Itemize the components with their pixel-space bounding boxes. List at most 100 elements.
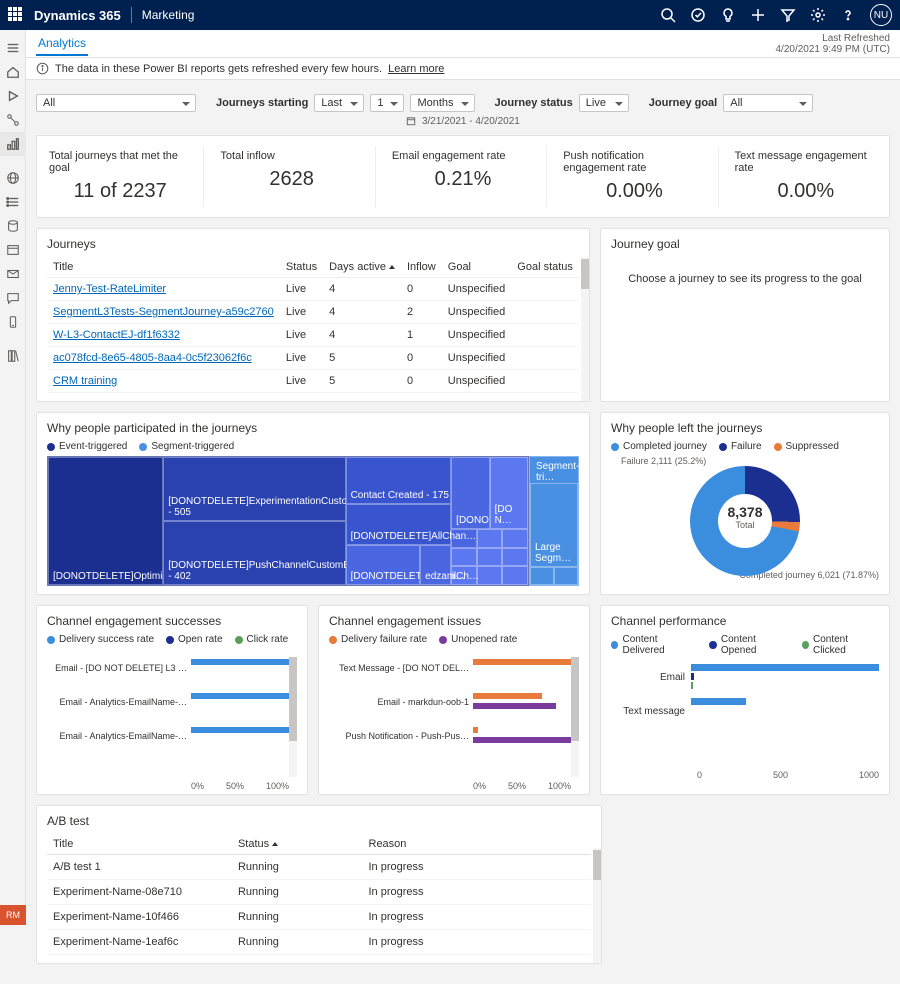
col-status[interactable]: Status: [280, 257, 323, 278]
journey-link[interactable]: W-L3-ContactEJ-df1f6332: [53, 329, 180, 341]
donut-legend: Completed journey Failure Suppressed: [611, 441, 879, 452]
divider: [131, 7, 132, 23]
table-row[interactable]: CRM trainingLive50Unspecified: [47, 370, 579, 393]
table-row[interactable]: Experiment-Name-10f466RunningIn progress: [47, 905, 591, 930]
col-goal-status[interactable]: Goal status: [511, 257, 579, 278]
donut-chart[interactable]: 8,378 Total: [690, 466, 800, 576]
eng-success-chart[interactable]: Email - [DO NOT DELETE] L3 … Email - Anal…: [51, 657, 297, 777]
status-dropdown[interactable]: Live: [579, 94, 629, 112]
journey-link[interactable]: CRM training: [53, 375, 117, 387]
product-area[interactable]: Marketing: [142, 8, 195, 22]
unit-dropdown[interactable]: Months: [410, 94, 474, 112]
home-icon[interactable]: [0, 60, 26, 84]
list-item: Email - [DO NOT DELETE] L3 …: [51, 657, 289, 679]
ab-test-card: A/B test Title Status Reason A/B test 1R…: [36, 805, 602, 964]
ab-col-status[interactable]: Status: [232, 834, 363, 855]
learn-more-link[interactable]: Learn more: [388, 63, 444, 75]
plus-icon[interactable]: [750, 7, 766, 23]
journey-goal-card: Journey goal Choose a journey to see its…: [600, 228, 890, 402]
col-goal[interactable]: Goal: [442, 257, 512, 278]
perf-chart[interactable]: Email Text message: [611, 660, 879, 770]
info-text: The data in these Power BI reports gets …: [55, 63, 382, 75]
journey-icon[interactable]: [0, 108, 26, 132]
ab-title: A/B test: [47, 814, 591, 828]
tab-analytics[interactable]: Analytics: [36, 32, 88, 56]
journey-link[interactable]: ac078fcd-8e65-4805-8aa4-0c5f23062f6c: [53, 352, 252, 364]
chat-icon[interactable]: [0, 286, 26, 310]
search-icon[interactable]: [660, 7, 676, 23]
treemap-viz[interactable]: Event-triggered [DONOTDELETE]Optimizatio…: [47, 456, 579, 586]
col-days[interactable]: Days active: [323, 257, 401, 278]
filter-bar: All Journeys starting Last 1 Months Jour…: [36, 88, 890, 114]
col-title[interactable]: Title: [47, 257, 280, 278]
last-dropdown[interactable]: Last: [314, 94, 364, 112]
list-item: Email - Analytics-EmailName-…: [51, 691, 289, 713]
treemap-title: Why people participated in the journeys: [47, 421, 579, 435]
table-row[interactable]: W-L3-ContactEJ-df1f6332Live41Unspecified: [47, 324, 579, 347]
journey-goal-label: Journey goal: [649, 97, 717, 109]
info-bar: The data in these Power BI reports gets …: [26, 58, 900, 80]
table-row[interactable]: Experiment-Name-1eaf6cRunningIn progress: [47, 930, 591, 955]
folder-icon[interactable]: [0, 238, 26, 262]
table-row[interactable]: Jenny-Test-RateLimiterLive40Unspecified: [47, 278, 579, 301]
goal-dropdown[interactable]: All: [723, 94, 813, 112]
phone-icon[interactable]: [0, 310, 26, 334]
list-item: Text Message - [DO NOT DEL…: [333, 657, 571, 679]
journey-link[interactable]: Jenny-Test-RateLimiter: [53, 283, 166, 295]
eng-success-scrollbar[interactable]: [289, 657, 297, 777]
table-row[interactable]: A/B test 1RunningIn progress: [47, 855, 591, 880]
donut-card: Why people left the journeys Completed j…: [600, 412, 890, 595]
list-icon[interactable]: [0, 190, 26, 214]
mail-icon[interactable]: [0, 262, 26, 286]
info-icon: [36, 62, 49, 75]
rm-badge[interactable]: RM: [0, 905, 26, 925]
kpi-row: Total journeys that met the goal 11 of 2…: [36, 135, 890, 218]
lightbulb-icon[interactable]: [720, 7, 736, 23]
list-item: Text message: [611, 694, 879, 728]
journeys-table: Title Status Days active Inflow Goal Goa…: [47, 257, 579, 393]
eng-issues-title: Channel engagement issues: [329, 614, 579, 628]
donut-failure-label: Failure 2,111 (25.2%): [621, 456, 879, 466]
col-inflow[interactable]: Inflow: [401, 257, 442, 278]
treemap-card: Why people participated in the journeys …: [36, 412, 590, 595]
sort-icon: [389, 265, 395, 269]
n-dropdown[interactable]: 1: [370, 94, 404, 112]
task-icon[interactable]: [690, 7, 706, 23]
app-launcher-icon[interactable]: [8, 7, 24, 23]
eng-issues-chart[interactable]: Text Message - [DO NOT DEL… Email - mark…: [333, 657, 579, 777]
date-range: 3/21/2021 - 4/20/2021: [36, 114, 890, 135]
kpi-goal-met: Total journeys that met the goal 11 of 2…: [37, 146, 204, 207]
play-icon[interactable]: [0, 84, 26, 108]
database-icon[interactable]: [0, 214, 26, 238]
settings-icon[interactable]: [810, 7, 826, 23]
filter-icon[interactable]: [780, 7, 796, 23]
journey-dropdown[interactable]: All: [36, 94, 196, 112]
journey-goal-title: Journey goal: [611, 237, 879, 251]
kpi-text: Text message engagement rate 0.00%: [723, 146, 889, 207]
journey-link[interactable]: SegmentL3Tests-SegmentJourney-a59c2760: [53, 306, 274, 318]
left-nav-rail: [0, 30, 26, 925]
ab-col-reason[interactable]: Reason: [363, 834, 592, 855]
journeys-scrollbar[interactable]: [581, 257, 589, 401]
list-item: Email - markdun-oob-1: [333, 691, 571, 713]
help-icon[interactable]: [840, 7, 856, 23]
globe-icon[interactable]: [0, 166, 26, 190]
table-row[interactable]: SegmentL3Tests-SegmentJourney-a59c2760Li…: [47, 301, 579, 324]
tab-bar: Analytics Last Refreshed 4/20/2021 9:49 …: [26, 30, 900, 58]
user-avatar[interactable]: NU: [870, 4, 892, 26]
eng-success-title: Channel engagement successes: [47, 614, 297, 628]
list-item: Push Notification - Push-Pus…: [333, 725, 571, 747]
journeys-title: Journeys: [47, 237, 579, 251]
kpi-email: Email engagement rate 0.21%: [380, 146, 547, 207]
channel-performance-card: Channel performance Content Delivered Co…: [600, 605, 890, 795]
perf-legend: Content Delivered Content Opened Content…: [611, 634, 879, 656]
table-row[interactable]: ac078fcd-8e65-4805-8aa4-0c5f23062f6cLive…: [47, 347, 579, 370]
analytics-icon[interactable]: [0, 132, 26, 156]
journey-status-label: Journey status: [495, 97, 573, 109]
ab-col-title[interactable]: Title: [47, 834, 232, 855]
eng-issues-scrollbar[interactable]: [571, 657, 579, 777]
library-icon[interactable]: [0, 344, 26, 368]
menu-icon[interactable]: [0, 36, 26, 60]
ab-scrollbar[interactable]: [593, 848, 601, 963]
table-row[interactable]: Experiment-Name-08e710RunningIn progress: [47, 880, 591, 905]
